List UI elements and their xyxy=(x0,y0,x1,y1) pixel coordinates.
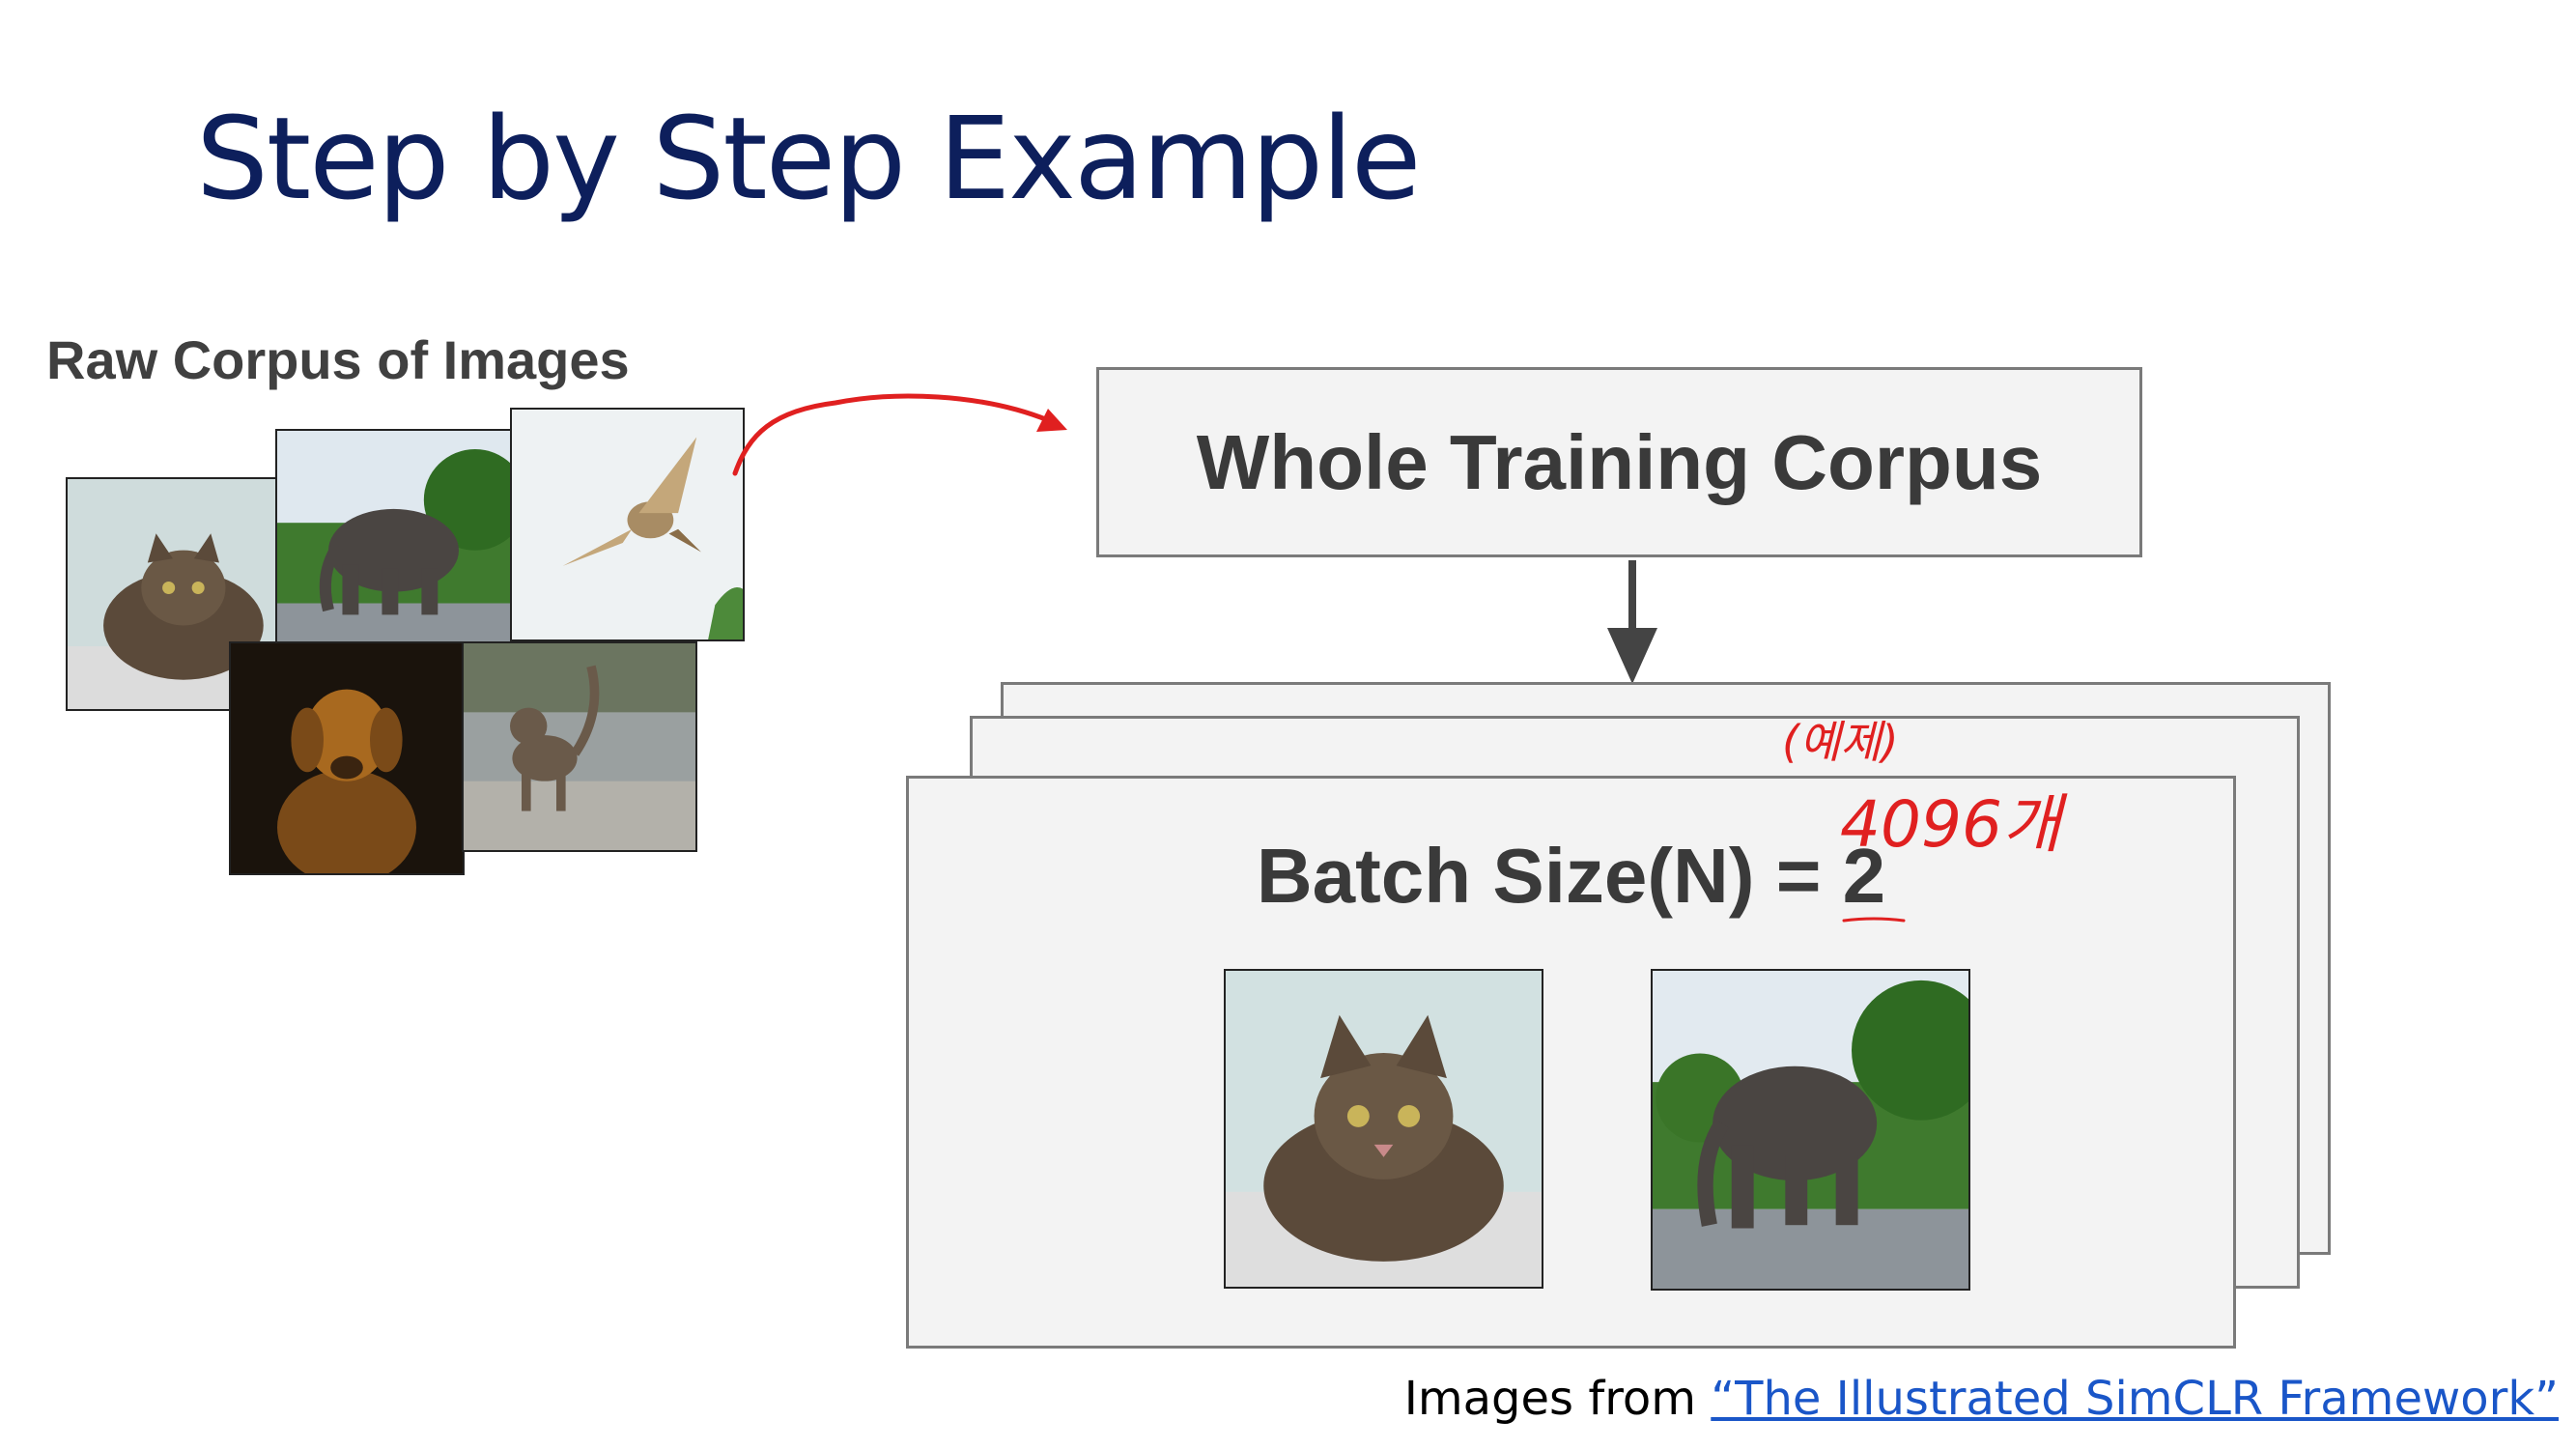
handwritten-note-example: (예제) xyxy=(1782,716,1899,768)
bird-photo xyxy=(510,408,745,641)
handdrawn-arrow xyxy=(732,393,1067,476)
batch-elephant-image xyxy=(1651,969,1970,1291)
handwritten-note-4096: 4096개 xyxy=(1840,787,2061,862)
whole-training-corpus-box: Whole Training Corpus xyxy=(1096,367,2142,557)
raw-corpus-label: Raw Corpus of Images xyxy=(46,329,630,390)
whole-training-corpus-label: Whole Training Corpus xyxy=(1196,419,2043,505)
handdrawn-underline xyxy=(1842,917,1906,923)
image-credit: Images from “The Illustrated SimCLR Fram… xyxy=(1404,1372,2559,1426)
down-arrow xyxy=(1607,560,1657,684)
simclr-link[interactable]: “The Illustrated SimCLR Framework” xyxy=(1711,1372,2559,1426)
credit-prefix: Images from xyxy=(1403,1372,1712,1426)
golden-retriever-photo xyxy=(229,641,465,875)
slide-title: Step by Step Example xyxy=(196,92,1422,225)
elephant-photo xyxy=(275,429,512,663)
cat-walking-photo xyxy=(462,641,697,852)
batch-cat-image xyxy=(1224,969,1543,1289)
